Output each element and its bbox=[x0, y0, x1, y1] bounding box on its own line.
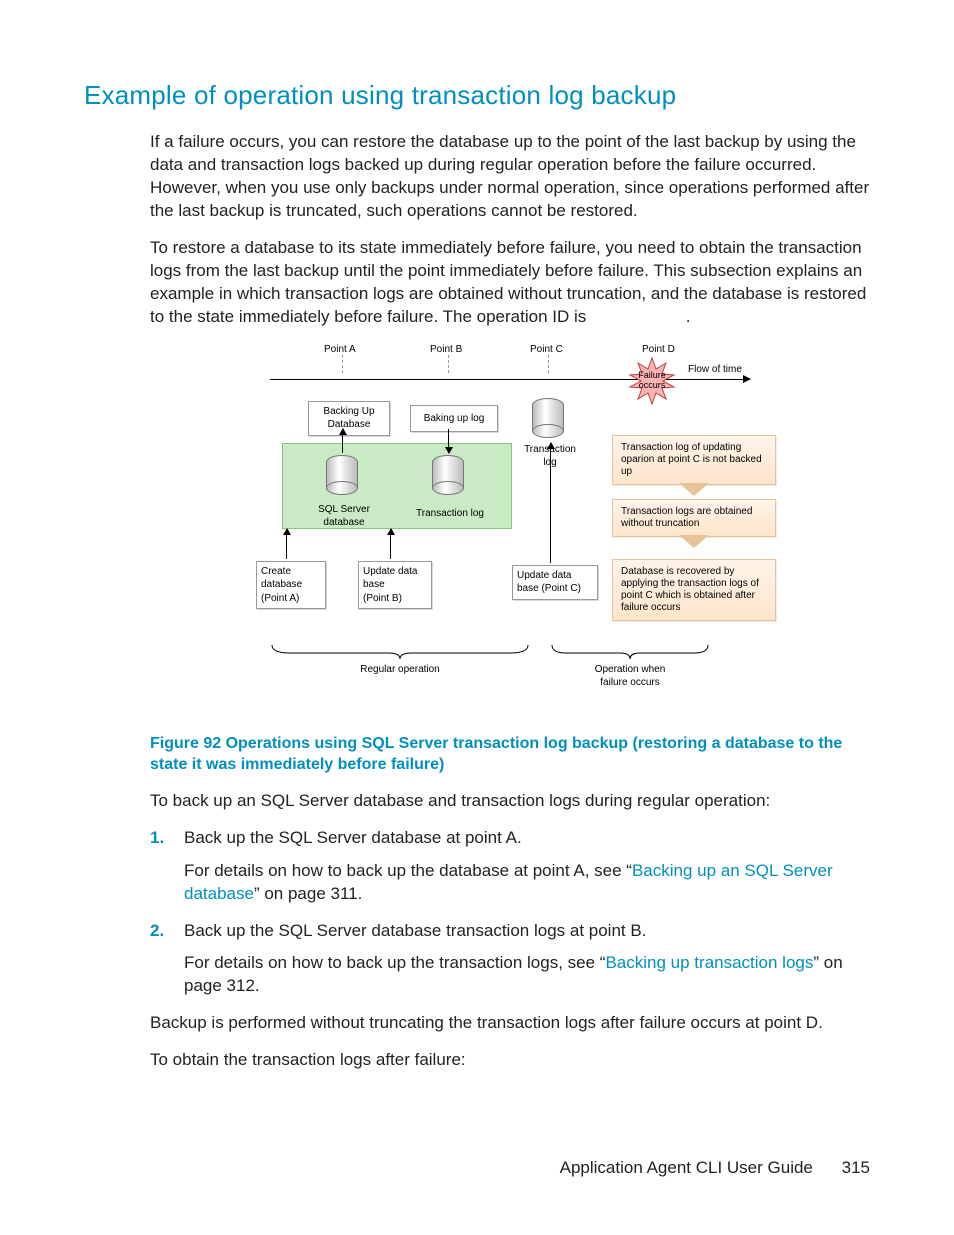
callout-tx-log-not-backed-up: Transaction log of updating oparion at p… bbox=[612, 435, 776, 485]
callout-3-text: Database is recovered by applying the tr… bbox=[621, 566, 759, 613]
paragraph-2-suffix: . bbox=[686, 307, 691, 326]
label-point-b: Point B bbox=[430, 343, 462, 357]
figure-caption: Figure 92 Operations using SQL Server tr… bbox=[150, 733, 870, 776]
failure-star-icon: Failure occurs bbox=[628, 357, 676, 405]
footer-doc-title: Application Agent CLI User Guide bbox=[560, 1158, 813, 1177]
label-point-c: Point C bbox=[530, 343, 563, 357]
label-transaction-log: Transaction log bbox=[410, 507, 490, 521]
marker-b bbox=[448, 355, 449, 373]
brace-regular-operation: Regular operation bbox=[270, 643, 530, 677]
footer-page-number: 315 bbox=[842, 1158, 870, 1177]
step-1-post: ” on page 311. bbox=[254, 884, 362, 903]
steps-list: 1. Back up the SQL Server database at po… bbox=[150, 827, 870, 999]
brace-failure-label: Operation when failure occurs bbox=[550, 663, 710, 690]
label-sql-server-database: SQL Server database bbox=[308, 503, 380, 530]
step-1: 1. Back up the SQL Server database at po… bbox=[150, 827, 870, 906]
step-1-pre: For details on how to back up the databa… bbox=[184, 861, 632, 880]
page: Example of operation using transaction l… bbox=[0, 0, 954, 1235]
box-baking-up-log: Baking up log bbox=[410, 405, 498, 433]
step-2-line: Back up the SQL Server database transact… bbox=[184, 921, 646, 940]
after-steps-2: To obtain the transaction logs after fai… bbox=[150, 1049, 870, 1072]
callout-tx-logs-no-truncation: Transaction logs are obtained without tr… bbox=[612, 499, 776, 537]
step-1-line: Back up the SQL Server database at point… bbox=[184, 828, 522, 847]
paragraph-2: To restore a database to its state immed… bbox=[150, 237, 870, 329]
arrow-update-c-icon bbox=[550, 443, 551, 563]
cylinder-transaction-log-c-icon bbox=[532, 398, 564, 438]
label-point-d: Point D bbox=[642, 343, 675, 357]
label-point-a: Point A bbox=[324, 343, 356, 357]
page-footer: Application Agent CLI User Guide 315 bbox=[560, 1157, 870, 1180]
after-steps-1: Backup is performed without truncating t… bbox=[150, 1012, 870, 1035]
failure-star-label: Failure occurs bbox=[638, 371, 666, 390]
callout-db-recovered: Database is recovered by applying the tr… bbox=[612, 559, 776, 621]
box-update-database-b: Update data base (Point B) bbox=[358, 561, 432, 610]
callout-2-text: Transaction logs are obtained without tr… bbox=[621, 506, 752, 529]
flow-of-time-arrow-icon bbox=[270, 379, 750, 380]
marker-a bbox=[342, 355, 343, 373]
label-flow-of-time: Flow of time bbox=[688, 363, 742, 377]
arrow-db-up-icon bbox=[342, 429, 343, 453]
paragraph-2-text: To restore a database to its state immed… bbox=[150, 238, 866, 326]
link-backing-up-transaction-logs[interactable]: Backing up transaction logs bbox=[605, 953, 813, 972]
step-1-number: 1. bbox=[150, 827, 164, 850]
step-1-detail: For details on how to back up the databa… bbox=[184, 860, 870, 906]
step-2-pre: For details on how to back up the transa… bbox=[184, 953, 605, 972]
intro-list: To back up an SQL Server database and tr… bbox=[150, 790, 870, 813]
arrow-create-db-icon bbox=[286, 529, 287, 559]
figure-92-diagram: Point A Point B Point C Point D Flow of … bbox=[250, 343, 770, 723]
cylinder-sql-database-icon bbox=[326, 455, 358, 495]
cylinder-transaction-log-icon bbox=[432, 455, 464, 495]
arrow-update-b-icon bbox=[390, 529, 391, 559]
marker-c bbox=[548, 355, 549, 373]
step-2-detail: For details on how to back up the transa… bbox=[184, 952, 870, 998]
step-2-number: 2. bbox=[150, 920, 164, 943]
callout-1-text: Transaction log of updating oparion at p… bbox=[621, 442, 762, 477]
body: If a failure occurs, you can restore the… bbox=[150, 131, 870, 1072]
brace-regular-label: Regular operation bbox=[270, 663, 530, 677]
box-update-database-c: Update data base (Point C) bbox=[512, 565, 598, 600]
paragraph-1: If a failure occurs, you can restore the… bbox=[150, 131, 870, 223]
box-backing-up-database: Backing Up Database bbox=[308, 401, 390, 436]
arrow-log-down-icon bbox=[448, 429, 449, 453]
section-heading: Example of operation using transaction l… bbox=[84, 78, 870, 113]
brace-failure-operation: Operation when failure occurs bbox=[550, 643, 710, 690]
box-create-database-a: Create database (Point A) bbox=[256, 561, 326, 610]
step-2: 2. Back up the SQL Server database trans… bbox=[150, 920, 870, 999]
